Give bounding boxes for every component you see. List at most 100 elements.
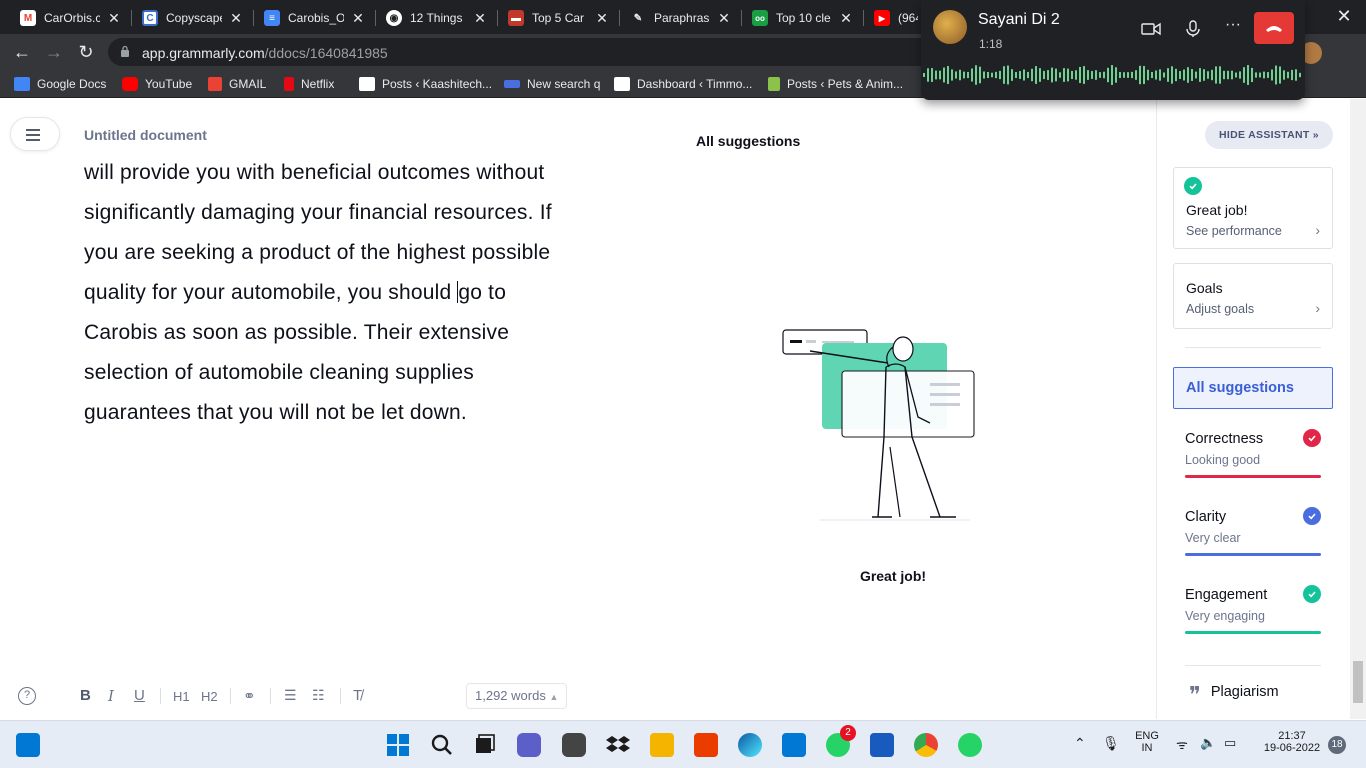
bookmark-kaashitech[interactable]: Posts ‹ Kaashitech... xyxy=(359,75,492,93)
bookmark-google-docs[interactable]: Google Docs xyxy=(14,75,106,93)
hide-assistant-button[interactable]: HIDE ASSISTANT » xyxy=(1205,121,1333,149)
dropbox-icon[interactable] xyxy=(606,733,630,757)
wave-bar xyxy=(1271,69,1273,81)
url-text: app.grammarly.com/ddocs/1640841985 xyxy=(142,45,388,61)
forward-icon[interactable]: → xyxy=(44,42,64,62)
metric-title: Engagement xyxy=(1185,587,1268,603)
whatsapp-icon[interactable] xyxy=(958,733,982,757)
browser-tab[interactable]: ◉ 12 Things ✕ xyxy=(378,4,496,32)
all-suggestions-heading: All suggestions xyxy=(696,133,801,149)
link-icon[interactable]: ⚭ xyxy=(243,687,256,705)
browser-tab[interactable]: ≡ Carobis_Of ✕ xyxy=(256,4,374,32)
scrollbar[interactable] xyxy=(1350,99,1366,719)
help-icon[interactable]: ? xyxy=(18,687,36,705)
bulleted-list-icon[interactable]: ☷ xyxy=(312,687,325,704)
close-tab-icon[interactable]: ✕ xyxy=(594,10,610,27)
notification-count[interactable]: 18 xyxy=(1328,736,1346,754)
browser-tab[interactable]: ✎ Paraphrasi ✕ xyxy=(622,4,740,32)
metric-status: Looking good xyxy=(1185,453,1261,467)
clarity-metric[interactable]: Clarity Very clear xyxy=(1185,507,1321,569)
goals-title: Goals xyxy=(1186,280,1223,296)
bookmark-netflix[interactable]: Netflix xyxy=(284,75,334,93)
browser-tab[interactable]: C Copyscape ✕ xyxy=(134,4,252,32)
heading2-button[interactable]: H2 xyxy=(201,689,218,704)
mail-icon[interactable] xyxy=(782,733,806,757)
more-options-icon[interactable]: ··· xyxy=(1223,16,1243,34)
close-window-icon[interactable]: ✕ xyxy=(1334,6,1354,26)
wave-bar xyxy=(987,71,989,79)
edge-icon[interactable] xyxy=(738,733,762,757)
wave-bar xyxy=(1247,65,1249,85)
microphone-icon[interactable] xyxy=(1183,20,1203,38)
metric-title: Clarity xyxy=(1185,509,1227,525)
formatting-toolbar: ? B I U H1 H2 ⚭ ☰ ☷ T̸ 1,292 words ▲ xyxy=(0,679,1150,713)
bookmark-new-search[interactable]: New search q xyxy=(504,75,600,93)
teams-chat-icon[interactable] xyxy=(517,733,541,757)
close-tab-icon[interactable]: ✕ xyxy=(106,10,122,27)
volume-icon[interactable]: 🔈 xyxy=(1200,735,1216,751)
whatsapp-icon[interactable]: 2 xyxy=(826,725,856,757)
word-count[interactable]: 1,292 words ▲ xyxy=(466,683,568,709)
office-icon[interactable] xyxy=(694,733,718,757)
chevron-up-icon[interactable]: ⌃ xyxy=(1074,735,1086,752)
browser-tab[interactable]: M CarOrbis.c ✕ xyxy=(12,4,130,32)
task-view-icon[interactable] xyxy=(473,733,497,757)
browser-tab[interactable]: oo Top 10 cle ✕ xyxy=(744,4,862,32)
check-circle-icon xyxy=(1303,585,1321,603)
wave-bar xyxy=(1059,72,1061,78)
chrome-icon[interactable] xyxy=(914,733,938,757)
wave-bar xyxy=(1035,66,1037,84)
app-icon[interactable] xyxy=(562,733,586,757)
bookmark-gmail[interactable]: GMAIL xyxy=(208,75,266,93)
language-indicator[interactable]: ENG IN xyxy=(1132,730,1162,754)
bookmark-youtube[interactable]: YouTube xyxy=(122,75,192,93)
close-tab-icon[interactable]: ✕ xyxy=(228,10,244,27)
wave-bar xyxy=(1243,67,1245,83)
metric-status: Very engaging xyxy=(1185,609,1265,623)
close-tab-icon[interactable]: ✕ xyxy=(716,10,732,27)
browser-tab[interactable]: ▶ (9641 xyxy=(866,4,926,32)
engagement-metric[interactable]: Engagement Very engaging xyxy=(1185,585,1321,647)
metric-bar xyxy=(1185,631,1321,634)
search-icon[interactable] xyxy=(430,733,454,757)
performance-card[interactable]: Great job! See performance › xyxy=(1173,167,1333,249)
widgets-icon[interactable] xyxy=(16,733,40,757)
close-tab-icon[interactable]: ✕ xyxy=(472,10,488,27)
numbered-list-icon[interactable]: ☰ xyxy=(284,687,297,704)
plagiarism-button[interactable]: ❞ Plagiarism xyxy=(1189,683,1279,708)
file-explorer-icon[interactable] xyxy=(650,733,674,757)
scrollbar-thumb[interactable] xyxy=(1353,661,1363,703)
bold-button[interactable]: B xyxy=(80,687,91,704)
heading1-button[interactable]: H1 xyxy=(173,689,190,704)
caller-avatar xyxy=(933,10,967,44)
lock-icon xyxy=(121,45,129,57)
clock[interactable]: 21:37 19-06-2022 xyxy=(1252,730,1332,754)
reload-icon[interactable]: ↻ xyxy=(76,42,96,62)
italic-button[interactable]: I xyxy=(108,687,114,705)
back-icon[interactable]: ← xyxy=(12,42,32,62)
all-suggestions-tab[interactable]: All suggestions xyxy=(1173,367,1333,409)
close-tab-icon[interactable]: ✕ xyxy=(350,10,366,27)
menu-button[interactable] xyxy=(10,117,60,151)
video-camera-icon[interactable] xyxy=(1141,20,1161,38)
bookmark-timmo[interactable]: Dashboard ‹ Timmo... xyxy=(614,75,752,93)
microphone-icon[interactable]: 🎙 xyxy=(1102,735,1120,752)
wave-bar xyxy=(1123,72,1125,78)
underline-button[interactable]: U xyxy=(134,687,145,704)
wave-bar xyxy=(1187,67,1189,83)
end-call-button[interactable] xyxy=(1254,12,1294,44)
text-line: Carobis as soon as possible. Their exten… xyxy=(84,321,510,344)
bookmark-pets[interactable]: Posts ‹ Pets & Anim... xyxy=(768,75,903,93)
wave-bar xyxy=(1179,71,1181,79)
goals-card[interactable]: Goals Adjust goals › xyxy=(1173,263,1333,329)
wifi-icon[interactable]: ᯤ xyxy=(1176,735,1188,753)
close-tab-icon[interactable]: ✕ xyxy=(838,10,854,27)
browser-tab[interactable]: ▬ Top 5 Car ✕ xyxy=(500,4,618,32)
word-icon[interactable] xyxy=(870,733,894,757)
clear-format-icon[interactable]: T̸ xyxy=(353,687,362,704)
battery-icon[interactable]: ▭ xyxy=(1224,735,1236,751)
document-title[interactable]: Untitled document xyxy=(84,127,207,143)
start-icon[interactable] xyxy=(386,733,410,757)
document-body[interactable]: will provide you with beneficial outcome… xyxy=(84,153,624,433)
correctness-metric[interactable]: Correctness Looking good xyxy=(1185,429,1321,491)
